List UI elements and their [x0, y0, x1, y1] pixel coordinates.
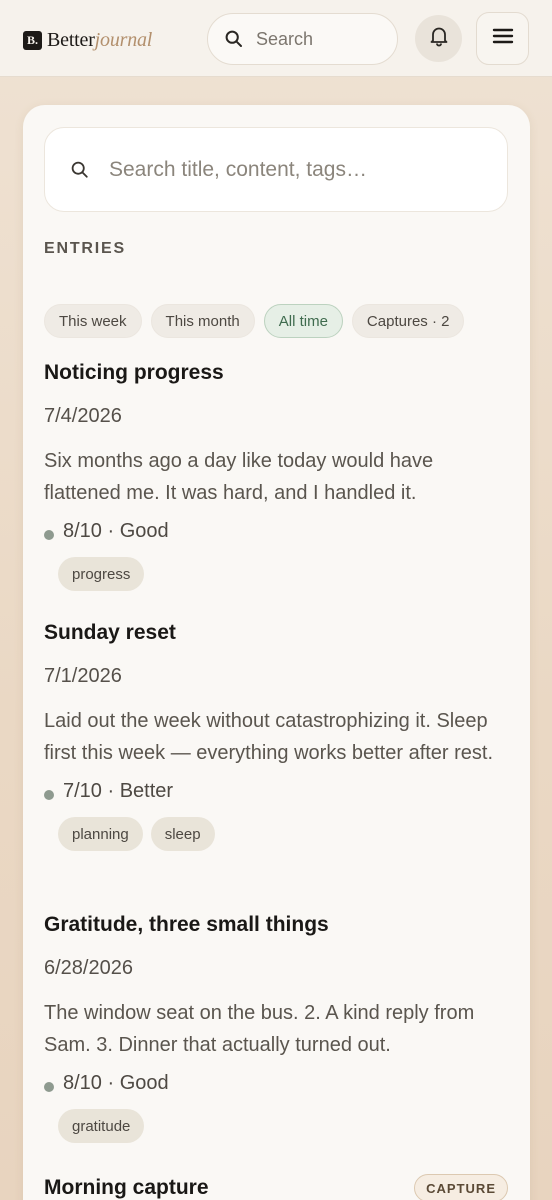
entry-item[interactable]: Noticing progress 7/4/2026 Six months ag…	[44, 359, 508, 591]
entry-date: 7/1/2026	[44, 665, 122, 687]
mood-label: 8/10 · Good	[63, 1071, 169, 1094]
filter-all-time[interactable]: All time	[263, 304, 343, 338]
logo[interactable]: B. Better journal	[23, 29, 152, 51]
header-search[interactable]	[207, 13, 398, 65]
entry-search-input[interactable]	[109, 157, 489, 182]
tag-sleep[interactable]: sleep	[150, 817, 215, 851]
header-search-input[interactable]	[256, 28, 376, 50]
entry-excerpt: Laid out the week without catastrophizin…	[44, 710, 494, 764]
entry-item[interactable]: Gratitude, three small things 6/28/2026 …	[44, 911, 508, 1143]
entry-tags: planning sleep	[58, 817, 508, 851]
bell-icon	[427, 24, 451, 53]
entry-date: 6/28/2026	[44, 957, 133, 979]
entry-date: 7/4/2026	[44, 405, 122, 427]
entry-item[interactable]: Sunday reset 7/1/2026 Laid out the week …	[44, 619, 508, 851]
entry-mood: 8/10 · Good	[44, 517, 508, 545]
logo-badge: B.	[23, 30, 42, 50]
top-header: B. Better journal	[0, 0, 552, 77]
tag-planning[interactable]: planning	[58, 817, 143, 851]
menu-icon	[491, 24, 515, 53]
entry-mood: 7/10 · Better	[44, 777, 508, 805]
tag-progress[interactable]: progress	[58, 557, 145, 591]
filter-captures[interactable]: Captures · 2	[351, 304, 465, 338]
mood-dot-icon	[44, 790, 54, 800]
entry-excerpt: Six months ago a day like today would ha…	[44, 450, 434, 504]
entry-title[interactable]: Sunday reset	[44, 619, 508, 647]
filter-this-month[interactable]: This month	[150, 304, 255, 338]
mood-dot-icon	[44, 530, 54, 540]
entries-card: ENTRIES This week This month All time Ca…	[23, 105, 530, 1200]
tag-gratitude[interactable]: gratitude	[58, 1109, 145, 1143]
entry-title[interactable]: Gratitude, three small things	[44, 911, 508, 939]
menu-button[interactable]	[476, 12, 529, 65]
section-label-entries: ENTRIES	[44, 240, 126, 257]
logo-word-better: Better	[47, 28, 95, 51]
filter-chips: This week This month All time Captures ·…	[44, 304, 465, 338]
search-icon	[70, 160, 90, 180]
logo-word-journal: journal	[94, 28, 153, 51]
mood-dot-icon	[44, 1082, 54, 1092]
entry-mood: 8/10 · Good	[44, 1069, 508, 1097]
entry-excerpt: The window seat on the bus. 2. A kind re…	[44, 1002, 475, 1056]
entry-title[interactable]: Noticing progress	[44, 359, 508, 387]
mood-label: 7/10 · Better	[63, 779, 174, 802]
filter-this-week[interactable]: This week	[44, 304, 142, 338]
entry-tags: progress	[58, 557, 508, 591]
entry-tags: gratitude	[58, 1109, 508, 1143]
entry-search-box[interactable]	[44, 127, 508, 212]
mood-label: 8/10 · Good	[63, 519, 169, 542]
entry-item[interactable]: Morning capture CAPTURE	[44, 1174, 508, 1200]
app-page: B. Betterjournal ENTRIES	[0, 0, 552, 1200]
capture-badge: CAPTURE	[414, 1174, 508, 1200]
search-icon	[224, 29, 244, 49]
notifications-button[interactable]	[415, 15, 462, 62]
